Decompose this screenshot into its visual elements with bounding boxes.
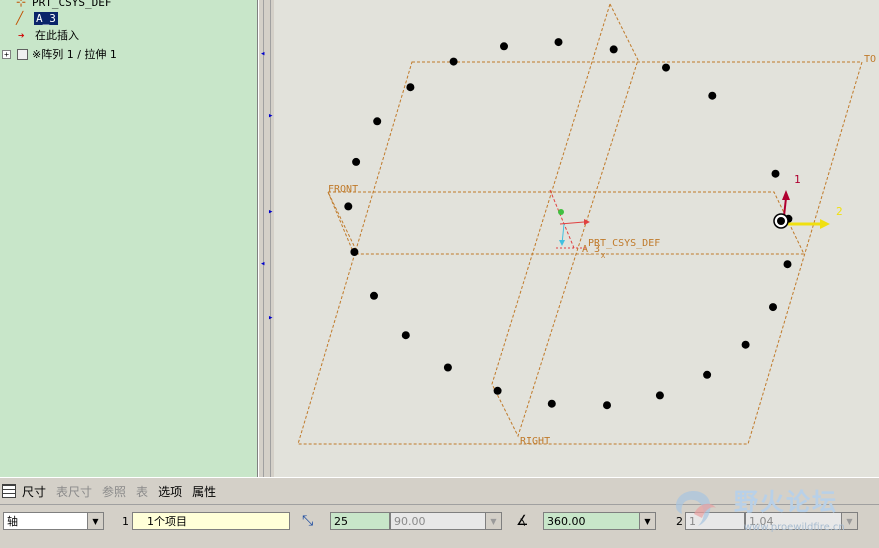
pattern-member-point[interactable] (443, 363, 452, 372)
tree-item-axis[interactable]: ╱ A_3 (16, 10, 58, 26)
chevron-down-icon[interactable]: ▼ (639, 513, 655, 529)
csys-icon: ⊹ (16, 0, 27, 9)
top-plane-label: TO (864, 54, 876, 65)
tab-dimensions[interactable]: 尺寸 (22, 483, 46, 500)
chevron-down-icon[interactable]: ▼ (485, 513, 501, 529)
pattern-member-point[interactable] (662, 63, 670, 72)
tree-item-pattern[interactable]: + ※阵列 1 / 拉伸 1 (2, 46, 117, 62)
pattern-member-point[interactable] (500, 42, 508, 51)
drag-handle-1[interactable]: 1 (782, 173, 801, 217)
increment-angle-value: 90.00 (394, 514, 426, 528)
pattern-member-point[interactable] (406, 83, 415, 92)
pattern-member-point[interactable] (401, 331, 410, 340)
axis-icon: ╱ (16, 11, 24, 25)
pattern-member-point[interactable] (554, 38, 563, 47)
collapse-left-icon[interactable]: ◂ (260, 50, 265, 59)
front-plane-edge (327, 191, 355, 255)
watermark-title: 野火论坛 (734, 488, 838, 516)
member-count-value: 25 (334, 514, 348, 528)
tree-item-insert-here[interactable]: ➔ 在此插入 (18, 27, 79, 43)
member-count-icon: ⤡ (302, 513, 314, 529)
first-direction-index: 1 (122, 515, 129, 528)
tab-properties[interactable]: 属性 (192, 483, 216, 500)
first-direction-collector[interactable]: 1个项目 (132, 512, 290, 530)
grid-icon[interactable] (2, 484, 16, 498)
model-view: TO FRONT RIGHT PRT_CSYS_DEF A_3 X 1 2 (297, 2, 876, 447)
expand-right-icon[interactable]: ▸ (268, 208, 273, 217)
model-tree: ⊹ PRT_CSYS_DEF ╱ A_3 ➔ 在此插入 + ※阵列 1 / 拉伸… (0, 0, 258, 477)
pattern-icon (17, 48, 28, 60)
pattern-member-point[interactable] (655, 391, 664, 400)
tree-item-csys[interactable]: ⊹ PRT_CSYS_DEF (16, 0, 111, 10)
pattern-member-point[interactable] (703, 370, 712, 379)
tab-table[interactable]: 表 (136, 483, 148, 500)
pattern-type-value: 轴 (7, 515, 18, 528)
pattern-type-select[interactable]: 轴 ▼ (3, 512, 104, 530)
handle-2-label: 2 (836, 205, 843, 218)
tree-item-label: 在此插入 (35, 29, 79, 42)
tab-table-dimensions[interactable]: 表尺寸 (56, 483, 92, 500)
pattern-member-point[interactable] (449, 57, 458, 66)
splitter[interactable]: ◂ ▸ ▸ ◂ ▸ (258, 0, 274, 477)
expand-right-icon[interactable]: ▸ (268, 112, 273, 121)
pattern-member-point[interactable] (344, 202, 353, 211)
chevron-down-icon[interactable]: ▼ (87, 513, 103, 529)
pattern-member-point[interactable] (370, 291, 378, 300)
collapse-left-icon[interactable]: ◂ (260, 260, 265, 269)
pattern-member-point[interactable] (741, 340, 750, 349)
tab-options[interactable]: 选项 (158, 483, 182, 500)
pattern-member-point[interactable] (708, 91, 717, 100)
front-plane-label: FRONT (328, 184, 358, 195)
top-datum-plane[interactable] (297, 61, 863, 445)
tree-item-label: ※阵列 1 / 拉伸 1 (32, 48, 117, 61)
member-count-input[interactable]: 25 (330, 512, 390, 530)
tab-references[interactable]: 参照 (102, 483, 126, 500)
total-angle-icon: ∡ (516, 513, 529, 529)
graphics-window[interactable]: TO FRONT RIGHT PRT_CSYS_DEF A_3 X 1 2 (274, 0, 879, 477)
splitter-line (263, 0, 264, 477)
total-angle-value: 360.00 (547, 514, 586, 528)
handle-1-label: 1 (794, 173, 801, 186)
pattern-member-point[interactable] (603, 401, 611, 410)
total-angle-select[interactable]: 360.00 ▼ (543, 512, 656, 530)
insert-arrow-icon: ➔ (18, 28, 25, 42)
pattern-member-point[interactable] (771, 169, 780, 178)
right-datum-plane[interactable] (491, 2, 639, 438)
axis-x-label: X (601, 252, 606, 260)
pattern-origin-marker[interactable] (773, 213, 789, 229)
watermark-url: www.proewildfire.cn (744, 522, 845, 533)
increment-angle-select[interactable]: 90.00 ▼ (390, 512, 502, 530)
right-plane-label: RIGHT (520, 436, 550, 447)
splitter-line (270, 0, 271, 477)
pattern-member-point[interactable] (373, 117, 382, 126)
expand-right-icon[interactable]: ▸ (268, 314, 273, 323)
first-direction-items: 1个项目 (147, 515, 187, 528)
pattern-member-point[interactable] (352, 157, 361, 166)
pattern-member-point[interactable] (493, 386, 502, 395)
pattern-member-point[interactable] (350, 248, 359, 256)
forum-watermark: 野火论坛 www.proewildfire.cn (668, 478, 879, 544)
csys-triad (549, 189, 590, 249)
pattern-member-point[interactable] (769, 303, 777, 312)
pattern-member-point[interactable] (609, 45, 618, 54)
expand-icon[interactable]: + (2, 49, 11, 59)
axis-label: A_3 (582, 244, 600, 255)
tree-item-label: PRT_CSYS_DEF (32, 0, 112, 9)
pattern-member-point[interactable] (783, 260, 792, 269)
pattern-member-point[interactable] (547, 399, 556, 408)
tree-item-label: A_3 (34, 11, 58, 25)
